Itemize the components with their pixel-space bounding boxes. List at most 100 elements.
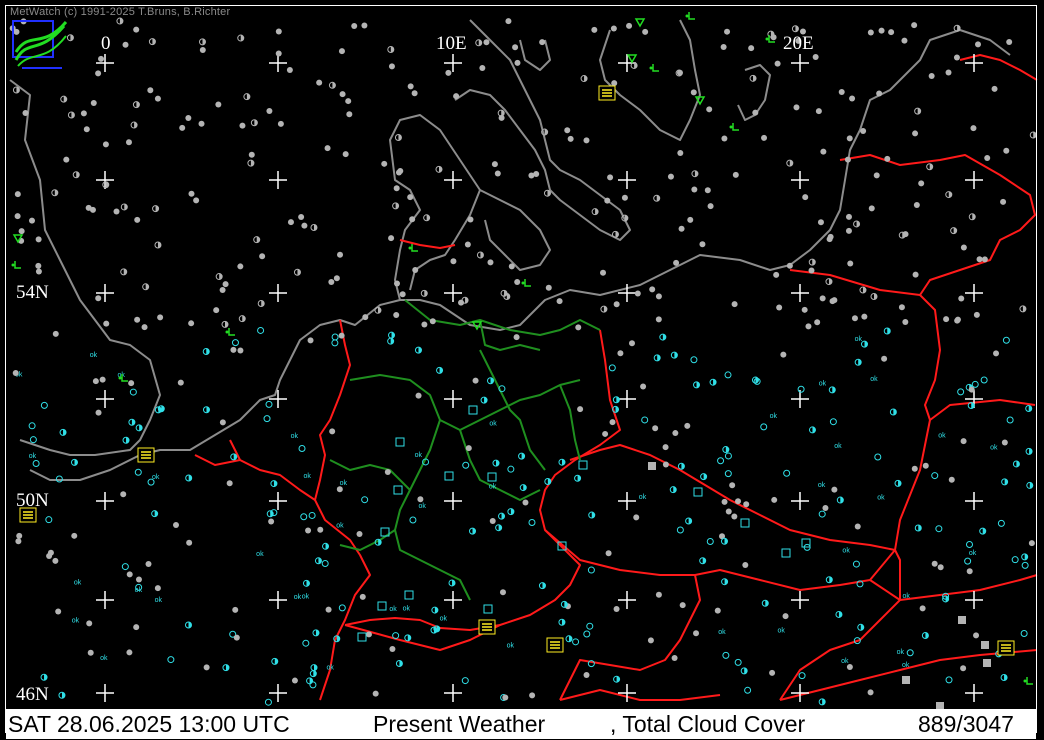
station-overcast-marker — [973, 311, 980, 318]
station-overcast-marker — [508, 263, 515, 270]
station-overcast-marker — [337, 251, 344, 258]
grid-label-lon-0: 0 — [101, 33, 111, 54]
station-overcast-marker — [902, 231, 909, 238]
station-clear-marker — [874, 453, 882, 461]
station-overcast-marker — [342, 151, 349, 158]
station-clear-marker — [722, 651, 730, 659]
station-overcast-marker — [948, 476, 955, 483]
grid-cross — [791, 171, 809, 189]
station-clear-marker — [507, 465, 515, 473]
coastline-5 — [599, 19, 701, 141]
station-overcast-marker — [80, 110, 87, 117]
station-overcast-marker — [928, 73, 935, 80]
weather-drizzle-symbol — [524, 279, 531, 287]
weather-drizzle-symbol — [652, 64, 659, 72]
station-overcast-marker — [776, 304, 783, 311]
station-overcast-marker — [409, 216, 416, 223]
station-ok-label: ok — [90, 352, 98, 359]
station-overcast-marker — [662, 461, 669, 468]
station-overcast-marker — [919, 605, 926, 612]
station-overcast-marker — [968, 386, 975, 393]
station-overcast-marker — [684, 422, 691, 429]
coastline-2 — [389, 114, 481, 301]
station-overcast-marker — [888, 29, 895, 36]
country-border-6 — [559, 574, 701, 701]
station-overcast-marker — [305, 527, 312, 534]
grid-cross — [444, 284, 462, 302]
station-clear-marker — [231, 339, 239, 347]
station-clear-marker — [734, 658, 742, 666]
station-overcast-marker — [640, 383, 647, 390]
station-clear-marker — [300, 513, 308, 521]
station-overcast-marker — [567, 135, 574, 142]
grid-cross — [444, 591, 462, 609]
station-clear-marker — [55, 475, 63, 483]
station-overcast-marker — [704, 187, 711, 194]
station-overcast-marker — [407, 83, 414, 90]
station-overcast-marker — [628, 340, 635, 347]
grid-cross — [791, 284, 809, 302]
station-overcast-marker — [805, 323, 812, 330]
station-clear-marker — [263, 415, 271, 423]
station-overcast-marker — [960, 438, 967, 445]
station-overcast-marker — [529, 692, 536, 699]
station-overcast-marker — [600, 269, 607, 276]
grid-cross — [618, 591, 636, 609]
station-overcast-marker — [621, 194, 628, 201]
station-overcast-marker — [911, 22, 918, 29]
station-overcast-marker — [145, 560, 152, 567]
station-overcast-marker — [577, 406, 584, 413]
station-overcast-marker — [102, 141, 109, 148]
station-ok-label: ok — [897, 649, 905, 656]
station-overcast-marker — [911, 465, 918, 472]
station-clear-marker — [945, 676, 953, 684]
station-overcast-marker — [133, 624, 140, 631]
station-overcast-marker — [483, 39, 490, 46]
station-overcast-marker — [384, 469, 391, 476]
weather-haze-symbol — [801, 538, 811, 548]
station-overcast-marker — [812, 53, 819, 60]
station-overcast-marker — [99, 376, 106, 383]
station-overcast-marker — [52, 557, 59, 564]
station-overcast-marker — [365, 631, 372, 638]
grid-label-lon-20e: 20E — [783, 33, 814, 54]
grid-cross — [444, 390, 462, 408]
country-border-15 — [869, 574, 1038, 601]
station-overcast-marker — [846, 663, 853, 670]
station-markers: okokokokokokokokokokokokokokokokokokokok… — [9, 17, 1037, 706]
station-overcast-marker — [467, 216, 474, 223]
station-ok-label: ok — [403, 605, 411, 612]
weather-haze-symbol — [444, 471, 454, 481]
station-ok-label: ok — [902, 593, 910, 600]
weather-map-app: ok ok ok ok ok ok ok ok ok ok ok ok ok ok ok ok ok ok ok ok… — [0, 0, 1044, 740]
station-clear-marker — [797, 385, 805, 393]
station-overcast-marker — [92, 378, 99, 385]
station-overcast-marker — [233, 634, 240, 641]
station-overcast-marker — [393, 185, 400, 192]
weather-cloud-box-symbol — [648, 462, 656, 470]
station-overcast-marker — [126, 649, 133, 656]
weather-haze-symbol — [693, 487, 703, 497]
station-overcast-marker — [724, 28, 731, 35]
state-border-7 — [339, 529, 396, 551]
station-overcast-marker — [479, 64, 486, 71]
station-clear-marker — [1002, 336, 1010, 344]
station-clear-marker — [1011, 556, 1019, 564]
station-overcast-marker — [591, 26, 598, 33]
station-overcast-marker — [633, 514, 640, 521]
german-state-borders — [329, 299, 601, 601]
synoptic-map[interactable]: okokokokokokokokokokokokokokokokokokokok… — [0, 0, 1044, 740]
station-overcast-marker — [822, 505, 829, 512]
station-overcast-marker — [316, 79, 323, 86]
station-ok-label: ok — [418, 503, 426, 510]
station-overcast-marker — [610, 25, 617, 32]
weather-cloud-box-symbol — [958, 616, 966, 624]
coastline-0 — [9, 79, 161, 456]
station-clear-marker — [641, 416, 649, 424]
station-overcast-marker — [611, 80, 618, 87]
grid-cross — [96, 171, 114, 189]
station-overcast-marker — [338, 332, 345, 339]
station-overcast-marker — [691, 186, 698, 193]
station-clear-marker — [29, 436, 37, 444]
station-overcast-marker — [769, 669, 776, 676]
